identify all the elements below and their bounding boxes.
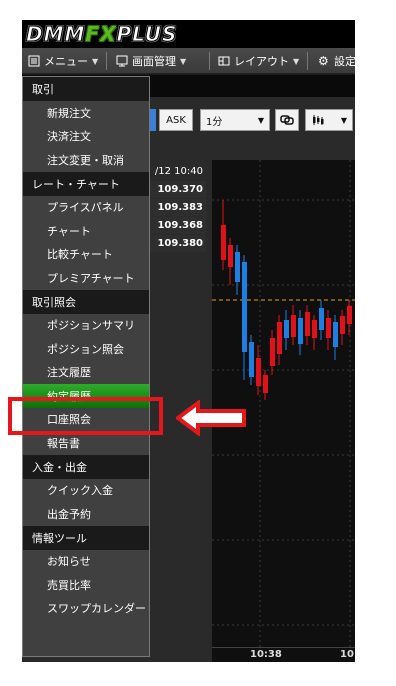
quote-open: 109.370 [150,181,206,198]
ask-button[interactable]: ASK [159,109,193,131]
menu-item-position-summary[interactable]: ポジションサマリ [23,314,149,338]
candle [263,375,268,393]
chevron-down-icon: ▼ [293,56,300,66]
menu-section-trading: 取引 [23,77,149,101]
candle [235,252,240,282]
chart-type-select[interactable]: ▼ [305,109,353,131]
candle [221,225,226,260]
menu-section-deposit-withdrawal: 入金・出金 [23,454,149,479]
menu-dropdown-button[interactable]: メニュー ▼ [28,48,98,74]
settings-label: 設定 [334,55,355,68]
quote-close: 109.380 [150,235,206,252]
menu-item-quick-deposit[interactable]: クイック入金 [23,479,149,503]
menu-item-price-panel[interactable]: プライスパネル [23,196,149,220]
main-menu-dropdown: 取引 新規注文 決済注文 注文変更・取消 レート・チャート プライスパネル チャ… [22,76,150,657]
candle [312,320,317,338]
toolbar-divider [209,52,210,70]
x-tick-label: 10:38 [250,649,282,660]
menu-item-withdrawal-request[interactable]: 出金予約 [23,502,149,526]
menu-section-rate-chart: レート・チャート [23,171,149,196]
main-toolbar: メニュー ▼ 画面管理 ▼ レイアウト ▼ ⚙ 設定 [22,48,355,74]
quote-panel: /12 10:40 109.370 109.383 109.368 109.38… [150,163,206,253]
menu-item-order-history[interactable]: 注文履歴 [23,361,149,385]
menu-item-position-inquiry[interactable]: ポジション照会 [23,337,149,361]
candle [347,306,352,324]
quote-low: 109.368 [150,217,206,234]
menu-section-info-tools: 情報ツール [23,525,149,550]
candle [270,338,275,366]
candle [319,308,324,330]
candle [284,320,289,338]
layout-label: レイアウト [234,55,289,68]
candle [333,322,338,347]
highlight-box [8,397,163,435]
logo-bar: DMMFXPLUS [22,20,355,48]
menu-item-close-order[interactable]: 決済注文 [23,125,149,149]
menu-icon [28,55,40,67]
menu-item-buy-sell-ratio[interactable]: 売買比率 [23,573,149,597]
quote-high: 109.383 [150,199,206,216]
candle [249,342,254,377]
chevron-down-icon: ▼ [180,56,187,66]
link-icon [280,115,294,125]
screen-management-button[interactable]: 画面管理 ▼ [116,48,186,74]
menu-item-premier-chart[interactable]: プレミアチャート [23,266,149,290]
candle [277,322,282,354]
candlestick-icon [313,115,324,125]
candle [242,262,247,352]
menu-item-notices[interactable]: お知らせ [23,550,149,574]
gear-icon: ⚙ [318,54,329,68]
x-tick-label: 10: [340,649,355,660]
menu-item-comparison-chart[interactable]: 比較チャート [23,243,149,267]
menu-item-swap-calendar[interactable]: スワップカレンダー [23,597,149,621]
candle [228,245,233,267]
app-window: DMMFXPLUS メニュー ▼ 画面管理 ▼ レイアウト ▼ ⚙ 設定 ASK [22,20,355,662]
candle [298,318,303,344]
dmm-fx-plus-logo: DMMFXPLUS [25,22,178,47]
candle [305,312,310,336]
toolbar-divider [307,52,308,70]
menu-item-chart[interactable]: チャート [23,219,149,243]
chevron-down-icon: ▼ [92,56,99,66]
candle [291,315,296,337]
menu-label: メニュー [44,55,88,68]
settings-button[interactable]: ⚙ 設定 [318,48,355,74]
chart-x-axis: 10:38 10: [212,647,355,662]
menu-item-new-order[interactable]: 新規注文 [23,101,149,125]
chevron-down-icon: ▼ [340,115,347,125]
toolbar-divider [106,52,107,70]
screen-icon [116,55,128,67]
candle [326,318,331,338]
menu-item-modify-cancel-order[interactable]: 注文変更・取消 [23,148,149,172]
chevron-down-icon: ▼ [257,115,264,125]
layout-icon [218,56,230,66]
candle [340,316,345,334]
timeframe-value: 1分 [206,116,223,128]
timeframe-select[interactable]: 1分 ▼ [200,109,270,131]
layout-button[interactable]: レイアウト ▼ [218,48,299,74]
candle [256,358,261,386]
sync-chart-button[interactable] [275,109,299,131]
menu-section-trade-inquiry: 取引照会 [23,289,149,314]
quote-time: /12 10:40 [154,166,203,177]
screen-management-label: 画面管理 [132,55,176,68]
left-arrow-icon [176,400,246,436]
